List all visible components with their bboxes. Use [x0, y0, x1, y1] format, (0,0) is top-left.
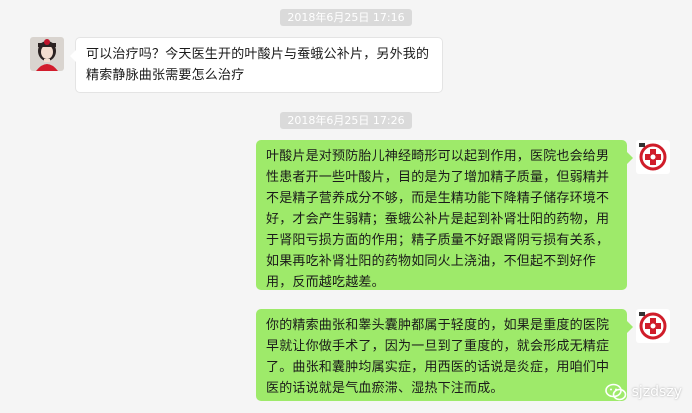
timestamp-label: 2018年6月25日 17:16: [280, 9, 412, 26]
female-user-avatar-icon[interactable]: [30, 37, 64, 71]
clinic-logo-avatar-icon-graphic: [636, 309, 670, 343]
outgoing-message-bubble[interactable]: 叶酸片是对预防胎儿神经畸形可以起到作用，医院也会给男性患者开一些叶酸片，目的是为…: [256, 140, 633, 290]
incoming-message-bubble[interactable]: 可以治疗吗？今天医生开的叶酸片与蚕蛾公补片，另外我的精索静脉曲张需要怎么治疗: [70, 37, 443, 93]
message-text: 你的精索曲张和睾头囊肿都属于轻度的，如果是重度的医院早就让你做手术了，因为一旦到…: [266, 318, 610, 396]
watermark-text: sjzdszy: [631, 384, 682, 400]
wechat-icon: [604, 383, 626, 401]
timestamp: 2018年6月25日 17:26: [0, 109, 692, 129]
message-text: 叶酸片是对预防胎儿神经畸形可以起到作用，医院也会给男性患者开一些叶酸片，目的是为…: [266, 149, 610, 290]
timestamp-label: 2018年6月25日 17:26: [280, 112, 412, 129]
clinic-logo-avatar-icon[interactable]: [636, 309, 670, 343]
chat-window: 2018年6月25日 17:16 可以治疗吗？今天医生开的叶酸片与蚕蛾公补片，另…: [0, 0, 692, 413]
watermark: sjzdszy: [604, 383, 682, 401]
timestamp: 2018年6月25日 17:16: [0, 6, 692, 26]
female-user-avatar-icon-graphic: [30, 37, 64, 71]
clinic-logo-avatar-icon[interactable]: [636, 140, 670, 174]
clinic-logo-avatar-icon-graphic: [636, 140, 670, 174]
message-text: 可以治疗吗？今天医生开的叶酸片与蚕蛾公补片，另外我的精索静脉曲张需要怎么治疗: [86, 47, 430, 83]
outgoing-message-bubble[interactable]: 你的精索曲张和睾头囊肿都属于轻度的，如果是重度的医院早就让你做手术了，因为一旦到…: [256, 309, 633, 401]
